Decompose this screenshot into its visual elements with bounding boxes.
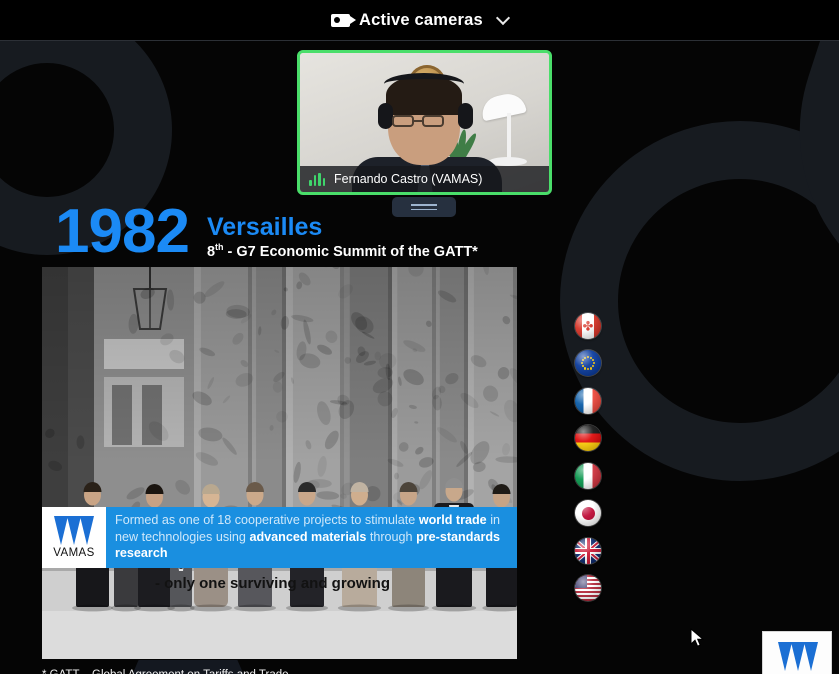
mouse-cursor bbox=[690, 628, 705, 647]
vamas-v-icon bbox=[778, 641, 818, 672]
slide-tagline: - only one surviving and growing bbox=[154, 575, 390, 592]
vamas-caption-text: Formed as one of 18 cooperative projects… bbox=[106, 507, 517, 568]
leader-row bbox=[575, 495, 614, 533]
caption-text-run: through bbox=[366, 529, 417, 544]
active-cameras-bar[interactable]: Active cameras bbox=[0, 0, 839, 41]
leader-row bbox=[575, 457, 614, 495]
vamas-v-icon bbox=[54, 516, 94, 546]
flag-european-union-icon bbox=[575, 350, 601, 377]
gatt-footnote: * GATT – Global Agreement on Tariffs and… bbox=[42, 669, 289, 674]
headset-cup-right bbox=[458, 103, 473, 129]
drag-handle-icon[interactable] bbox=[392, 197, 456, 217]
eu-stars bbox=[580, 355, 596, 371]
flag-united-states-icon bbox=[575, 575, 601, 602]
chevron-down-icon[interactable] bbox=[495, 10, 511, 25]
us-canton bbox=[575, 575, 587, 589]
slide-year: 1982 bbox=[55, 197, 190, 266]
audio-level-icon bbox=[309, 172, 325, 186]
flag-italy-icon bbox=[575, 462, 601, 489]
caption-text-run: Formed as one of 18 cooperative projects… bbox=[115, 513, 419, 527]
leader-row bbox=[575, 382, 614, 420]
leader-row bbox=[575, 532, 614, 570]
eyeglass-bridge bbox=[414, 120, 422, 122]
slide-subtitle: 8th - G7 Economic Summit of the GATT* bbox=[207, 242, 478, 260]
subtitle-rest: - G7 Economic Summit of the GATT* bbox=[223, 243, 478, 260]
slide-city: Versailles bbox=[206, 212, 323, 241]
flag-japan-icon bbox=[575, 500, 601, 527]
vamas-logo-badge: VAMAS bbox=[42, 507, 106, 568]
summit-photo-image bbox=[42, 267, 517, 659]
caption-emphasis: world trade bbox=[418, 513, 487, 527]
video-camera-icon bbox=[331, 13, 357, 27]
participant-video-tile[interactable]: Fernando Castro (VAMAS) bbox=[297, 50, 552, 195]
leader-row bbox=[575, 345, 614, 383]
slide-title-right: Versailles 8th - G7 Economic Summit of t… bbox=[207, 214, 478, 262]
summit-photo-graphic bbox=[42, 267, 517, 659]
japan-sun bbox=[581, 506, 595, 520]
participant-name: Fernando Castro (VAMAS) bbox=[334, 172, 483, 186]
headset-cup-left bbox=[378, 103, 393, 129]
active-cameras-bar-inner: Active cameras bbox=[331, 10, 511, 30]
maple-leaf-icon: ✤ bbox=[582, 318, 594, 334]
summit-photo: VAMAS Formed as one of 18 cooperative pr… bbox=[42, 267, 517, 659]
headset-band-icon bbox=[384, 73, 464, 95]
leader-row bbox=[575, 420, 614, 458]
desk-lamp-arm bbox=[507, 113, 511, 161]
subtitle-ordinal: th bbox=[215, 242, 224, 253]
eyeglass-right bbox=[422, 115, 444, 127]
flag-france-icon bbox=[575, 387, 601, 414]
flag-germany-icon bbox=[575, 425, 601, 452]
active-cameras-label: Active cameras bbox=[359, 10, 483, 29]
vamas-corner-logo: VAMAS bbox=[763, 632, 831, 674]
flag-canada-icon: ✤ bbox=[575, 312, 601, 339]
vamas-caption-row: VAMAS Formed as one of 18 cooperative pr… bbox=[42, 507, 517, 568]
leader-row: ✤ bbox=[575, 307, 614, 345]
eyeglass-left bbox=[392, 115, 414, 127]
participant-name-bar: Fernando Castro (VAMAS) bbox=[300, 166, 549, 192]
leader-row bbox=[575, 570, 614, 608]
vamas-logo-text: VAMAS bbox=[53, 547, 95, 559]
caption-emphasis: advanced materials bbox=[249, 529, 367, 544]
leaders-list: ✤ bbox=[575, 307, 614, 607]
flag-united-kingdom-icon bbox=[575, 537, 601, 564]
subtitle-number: 8 bbox=[206, 243, 216, 260]
